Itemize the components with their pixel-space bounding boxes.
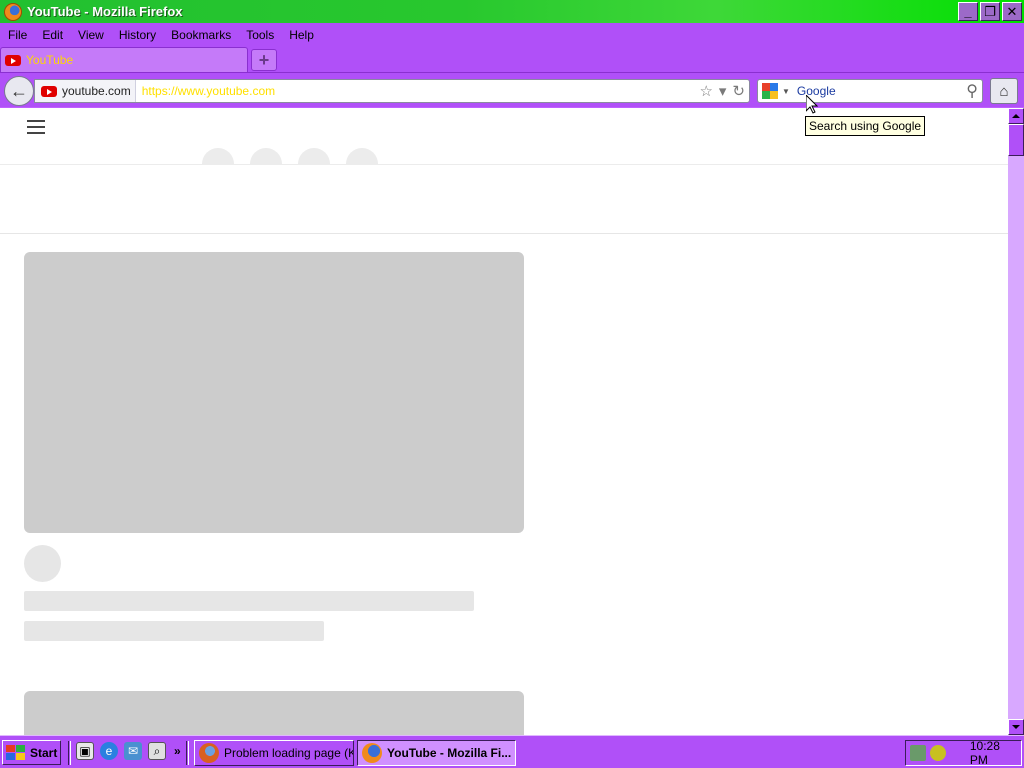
scroll-down-button[interactable]	[1008, 719, 1024, 735]
hamburger-menu-icon[interactable]	[27, 120, 45, 134]
taskbar-separator	[186, 741, 189, 765]
search-tooltip: Search using Google	[805, 116, 926, 136]
start-label: Start	[30, 745, 58, 760]
search-icon[interactable]: ⚲	[966, 81, 978, 101]
identity-domain: youtube.com	[62, 84, 131, 98]
section-divider	[0, 233, 1008, 234]
youtube-icon	[5, 54, 21, 66]
menu-tools[interactable]: Tools	[246, 28, 274, 42]
header-divider	[0, 164, 1008, 165]
url-text[interactable]: https://www.youtube.com	[142, 84, 275, 98]
site-identity-button[interactable]: youtube.com	[35, 80, 136, 102]
scroll-up-button[interactable]	[1008, 108, 1024, 124]
skeleton-meta-line	[24, 621, 324, 641]
url-bar[interactable]: youtube.com https://www.youtube.com ☆ ▾ …	[34, 79, 750, 103]
search-bar[interactable]: ▼ Google ⚲	[757, 79, 983, 103]
tab-youtube[interactable]: YouTube	[0, 47, 248, 72]
home-button[interactable]: ⌂	[990, 78, 1018, 104]
windows-logo-icon	[6, 744, 26, 761]
task-label: Problem loading page (K...	[224, 746, 354, 760]
menu-history[interactable]: History	[119, 28, 156, 42]
menu-bar: File Edit View History Bookmarks Tools H…	[0, 23, 1024, 46]
youtube-favicon-icon	[41, 85, 57, 97]
show-desktop-icon[interactable]: ▣	[76, 742, 94, 760]
title-bar: YouTube - Mozilla Firefox _ ❐ ✕	[0, 0, 1024, 23]
quick-launch-more-icon[interactable]: »	[174, 744, 181, 758]
window-title: YouTube - Mozilla Firefox	[27, 4, 183, 19]
volume-icon[interactable]	[929, 745, 946, 761]
history-dropdown-icon[interactable]: ▾	[719, 82, 727, 100]
new-tab-button[interactable]: +	[251, 49, 277, 71]
scrollbar-thumb[interactable]	[1008, 124, 1024, 156]
window-controls: _ ❐ ✕	[958, 2, 1022, 21]
menu-edit[interactable]: Edit	[42, 28, 63, 42]
system-tray: 10:28 PM	[905, 739, 1022, 767]
task-label: YouTube - Mozilla Fi...	[387, 746, 512, 760]
network-icon[interactable]	[910, 745, 926, 761]
back-button[interactable]: ←	[4, 76, 34, 106]
url-bar-icons: ☆ ▾ ↻	[699, 82, 745, 100]
menu-file[interactable]: File	[8, 28, 27, 42]
menu-help[interactable]: Help	[289, 28, 314, 42]
taskbar-separator	[68, 741, 71, 765]
search-files-icon[interactable]: ⌕	[148, 742, 166, 760]
bookmark-star-icon[interactable]: ☆	[699, 82, 712, 100]
menu-view[interactable]: View	[78, 28, 104, 42]
skeleton-avatar	[24, 545, 61, 582]
google-engine-icon[interactable]	[762, 83, 778, 99]
firefox-icon	[199, 743, 219, 763]
skeleton-video-thumbnail	[24, 252, 524, 533]
quick-launch: ▣ e ✉ ⌕ »	[76, 742, 181, 760]
header-mask	[0, 165, 1008, 185]
firefox-logo-icon	[4, 2, 22, 21]
tab-label: YouTube	[26, 53, 74, 67]
arrow-up-icon	[1012, 114, 1020, 118]
taskbar-button-problem-loading[interactable]: Problem loading page (K...	[194, 740, 354, 766]
close-button[interactable]: ✕	[1002, 2, 1022, 21]
navigation-toolbar: ← youtube.com https://www.youtube.com ☆ …	[0, 72, 1024, 107]
taskbar-button-youtube[interactable]: YouTube - Mozilla Fi...	[357, 740, 516, 766]
firefox-icon	[362, 743, 382, 763]
menu-bookmarks[interactable]: Bookmarks	[171, 28, 231, 42]
internet-explorer-icon[interactable]: e	[100, 742, 118, 760]
start-button[interactable]: Start	[2, 740, 61, 765]
tab-strip: YouTube +	[0, 46, 1024, 72]
page-content	[0, 108, 1008, 735]
restore-button[interactable]: ❐	[980, 2, 1000, 21]
arrow-down-icon	[1012, 725, 1020, 729]
skeleton-video-thumbnail	[24, 691, 524, 735]
engine-dropdown-icon[interactable]: ▼	[782, 87, 790, 96]
outlook-express-icon[interactable]: ✉	[124, 742, 142, 760]
clock[interactable]: 10:28 PM	[970, 739, 1021, 767]
taskbar: Start ▣ e ✉ ⌕ » Problem loading page (K.…	[0, 735, 1024, 768]
vertical-scrollbar[interactable]	[1008, 108, 1024, 735]
minimize-button[interactable]: _	[958, 2, 978, 21]
reload-icon[interactable]: ↻	[732, 82, 745, 100]
skeleton-title-line	[24, 591, 474, 611]
